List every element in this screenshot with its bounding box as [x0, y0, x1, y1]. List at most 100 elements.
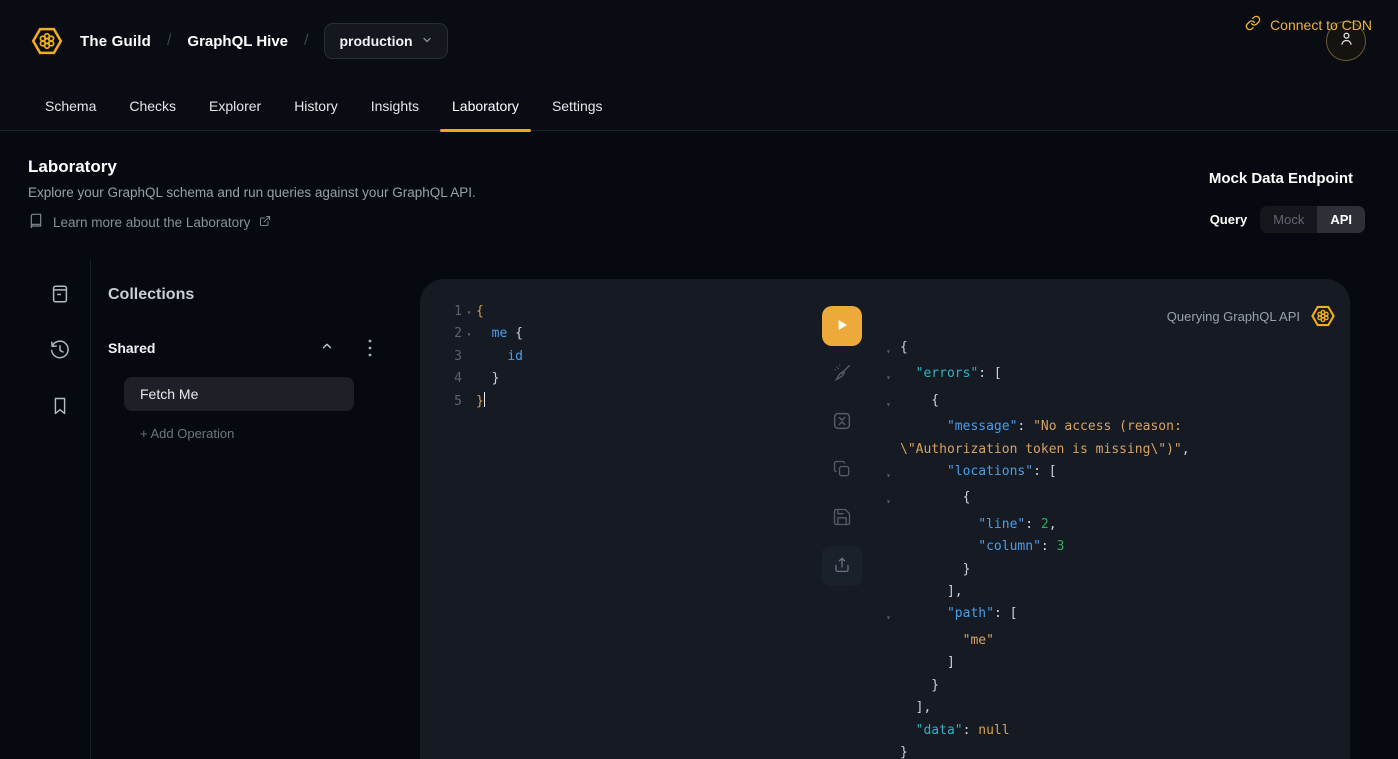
fold-toggle-icon: [886, 675, 900, 697]
chevron-down-icon: [421, 33, 433, 49]
tab-explorer[interactable]: Explorer: [197, 82, 273, 131]
editor-line: 2▾ me {: [432, 323, 523, 345]
endpoint-toggle: MockAPI: [1260, 206, 1365, 233]
fold-toggle-icon[interactable]: ▾: [886, 363, 900, 389]
response-line: "column": 3: [886, 536, 1340, 558]
editor-line: 1▾{: [432, 301, 523, 323]
response-line: ]: [886, 652, 1340, 674]
collection-menu-button[interactable]: [360, 336, 380, 360]
tab-history[interactable]: History: [282, 82, 350, 131]
result-header: Querying GraphQL API: [1167, 303, 1336, 329]
fold-toggle-icon[interactable]: ▾: [462, 302, 476, 324]
page-title: Laboratory: [28, 157, 117, 177]
prettify-icon: [831, 362, 853, 387]
docs-plugin-button[interactable]: [40, 276, 80, 316]
fold-toggle-icon: [886, 652, 900, 674]
fold-toggle-icon: [886, 697, 900, 719]
response-line: ▾ "path": [: [886, 603, 1340, 629]
collection-group-label: Shared: [108, 340, 155, 356]
response-line: ],: [886, 581, 1340, 603]
org-name[interactable]: The Guild: [80, 33, 151, 50]
response-viewer[interactable]: ▾{▾ "errors": [▾ { "message": "No access…: [886, 337, 1340, 759]
endpoint-toggle-row: Query MockAPI: [1210, 206, 1365, 233]
save-operation-button[interactable]: [822, 498, 862, 538]
line-number: 3: [432, 346, 462, 368]
line-number: 2: [432, 323, 462, 345]
response-line: "data": null: [886, 720, 1340, 742]
learn-more-label: Learn more about the Laboratory: [53, 215, 250, 230]
query-editor[interactable]: 1▾{2▾ me {3 id4 }5}: [432, 301, 523, 413]
merge-fragments-button[interactable]: [822, 402, 862, 442]
fold-toggle-icon: [886, 416, 900, 438]
response-line: ▾ "locations": [: [886, 461, 1340, 487]
tab-settings[interactable]: Settings: [540, 82, 615, 131]
fold-toggle-icon[interactable]: ▾: [886, 337, 900, 363]
fold-toggle-icon: [886, 514, 900, 536]
share-operation-button[interactable]: [822, 546, 862, 586]
response-line: }: [886, 742, 1340, 759]
editor-toolbar: [822, 306, 862, 586]
execute-query-button[interactable]: [822, 306, 862, 346]
fold-toggle-icon: [462, 369, 476, 391]
fold-toggle-icon[interactable]: ▾: [886, 603, 900, 629]
text-cursor: [484, 392, 486, 407]
fold-toggle-icon: [886, 630, 900, 652]
target-selector-button[interactable]: production: [324, 23, 447, 59]
fold-toggle-icon: [886, 536, 900, 558]
response-line: \"Authorization token is missing\")",: [886, 439, 1340, 461]
response-line: "me": [886, 630, 1340, 652]
collection-item[interactable]: Fetch Me: [124, 377, 354, 411]
line-number: 4: [432, 368, 462, 390]
connect-to-cdn-button[interactable]: Connect to CDN: [1245, 0, 1372, 49]
plugin-rail: [0, 259, 90, 759]
hive-logo-icon[interactable]: [30, 24, 64, 58]
play-icon: [834, 317, 850, 336]
fold-toggle-icon: [886, 439, 900, 461]
collection-group-shared[interactable]: Shared: [108, 334, 334, 362]
editor-line: 5}: [432, 391, 523, 413]
endpoint-option-mock[interactable]: Mock: [1260, 206, 1317, 233]
external-link-icon: [259, 215, 271, 230]
editor-line: 4 }: [432, 368, 523, 390]
collections-title: Collections: [108, 286, 194, 304]
fold-toggle-icon[interactable]: ▾: [886, 487, 900, 513]
prettify-button[interactable]: [822, 354, 862, 394]
fold-toggle-icon[interactable]: ▾: [462, 324, 476, 346]
graphiql-panel: 1▾{2▾ me {3 id4 }5}: [420, 279, 1350, 759]
copy-query-button[interactable]: [822, 450, 862, 490]
link-icon: [1245, 15, 1261, 34]
mock-endpoint-title: Mock Data Endpoint: [1209, 170, 1353, 187]
tab-insights[interactable]: Insights: [359, 82, 431, 131]
line-number: 1: [432, 301, 462, 323]
learn-more-link[interactable]: Learn more about the Laboratory: [28, 213, 271, 232]
copy-icon: [832, 459, 852, 482]
share-icon: [833, 556, 851, 577]
fold-toggle-icon[interactable]: ▾: [886, 461, 900, 487]
fold-toggle-icon[interactable]: ▾: [886, 390, 900, 416]
response-line: ],: [886, 697, 1340, 719]
sidebar-divider: [90, 259, 91, 759]
response-line: "message": "No access (reason:: [886, 416, 1340, 438]
tab-schema[interactable]: Schema: [33, 82, 108, 131]
project-name[interactable]: GraphQL Hive: [187, 33, 288, 50]
add-operation-button[interactable]: + Add Operation: [140, 426, 234, 441]
bookmark-icon: [50, 396, 70, 421]
tab-checks[interactable]: Checks: [117, 82, 188, 131]
endpoint-toggle-label: Query: [1210, 212, 1248, 227]
result-endpoint-status: Querying GraphQL API: [1167, 309, 1300, 324]
fold-toggle-icon: [886, 742, 900, 759]
collections-plugin-button[interactable]: [40, 388, 80, 428]
fold-toggle-icon: [886, 581, 900, 603]
breadcrumb-separator: /: [167, 32, 171, 50]
hive-logo-icon: [1310, 303, 1336, 329]
fold-toggle-icon: [886, 559, 900, 581]
page-description: Explore your GraphQL schema and run quer…: [28, 185, 476, 200]
response-line: "line": 2,: [886, 514, 1340, 536]
response-line: }: [886, 675, 1340, 697]
fold-toggle-icon: [462, 392, 476, 414]
response-line: ▾{: [886, 337, 1340, 363]
breadcrumb-separator: /: [304, 32, 308, 50]
tab-laboratory[interactable]: Laboratory: [440, 82, 531, 131]
history-plugin-button[interactable]: [40, 332, 80, 372]
endpoint-option-api[interactable]: API: [1317, 206, 1365, 233]
